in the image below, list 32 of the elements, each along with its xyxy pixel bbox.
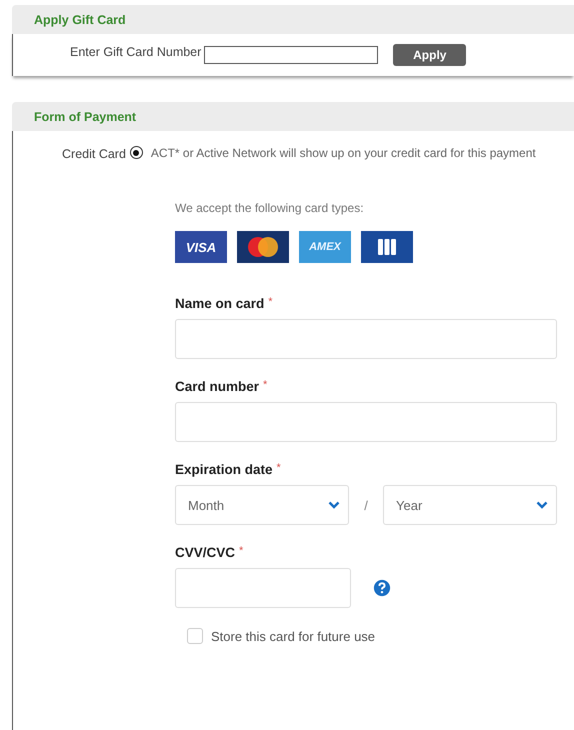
required-mark: * bbox=[268, 296, 273, 308]
checkbox[interactable] bbox=[187, 628, 203, 644]
mastercard-logo-icon bbox=[237, 231, 289, 263]
field-label: Expiration date bbox=[175, 462, 273, 477]
chevron-down-icon bbox=[328, 501, 340, 509]
jcb-card-logo-icon bbox=[361, 231, 413, 263]
cvv-input[interactable] bbox=[175, 568, 351, 608]
section-title: Form of Payment bbox=[34, 110, 136, 124]
chevron-down-icon bbox=[536, 501, 548, 509]
field-label: Name on card bbox=[175, 296, 264, 311]
accepted-cards-text: We accept the following card types: bbox=[175, 201, 365, 215]
amex-card-logo: AMEX bbox=[299, 231, 351, 263]
field-label: Enter Gift Card Number bbox=[70, 45, 202, 59]
required-mark: * bbox=[239, 545, 244, 557]
payment-note: ACT* or Active Network will show up on your credit card for this payment bbox=[150, 146, 536, 160]
date-separator: / bbox=[363, 498, 369, 512]
payment-method-label: Credit Card bbox=[62, 147, 126, 161]
year-select[interactable]: Year bbox=[383, 485, 557, 525]
help-icon[interactable] bbox=[373, 579, 391, 597]
field-label: CVV/CVC bbox=[175, 545, 236, 560]
text-input[interactable] bbox=[175, 319, 557, 359]
required-mark: * bbox=[276, 462, 281, 474]
checkbox-label: Store this card for future use bbox=[211, 628, 376, 644]
visa-card-logo: VISA bbox=[175, 231, 227, 263]
text-input[interactable] bbox=[175, 402, 557, 442]
section-title: Apply Gift Card bbox=[34, 12, 126, 26]
apply-button[interactable]: Apply bbox=[393, 44, 466, 66]
month-select[interactable]: Month bbox=[175, 485, 349, 525]
gift-card-input[interactable] bbox=[204, 46, 378, 64]
field-label: Card number bbox=[175, 379, 260, 394]
required-mark: * bbox=[263, 379, 268, 391]
radio-button[interactable] bbox=[130, 146, 143, 159]
